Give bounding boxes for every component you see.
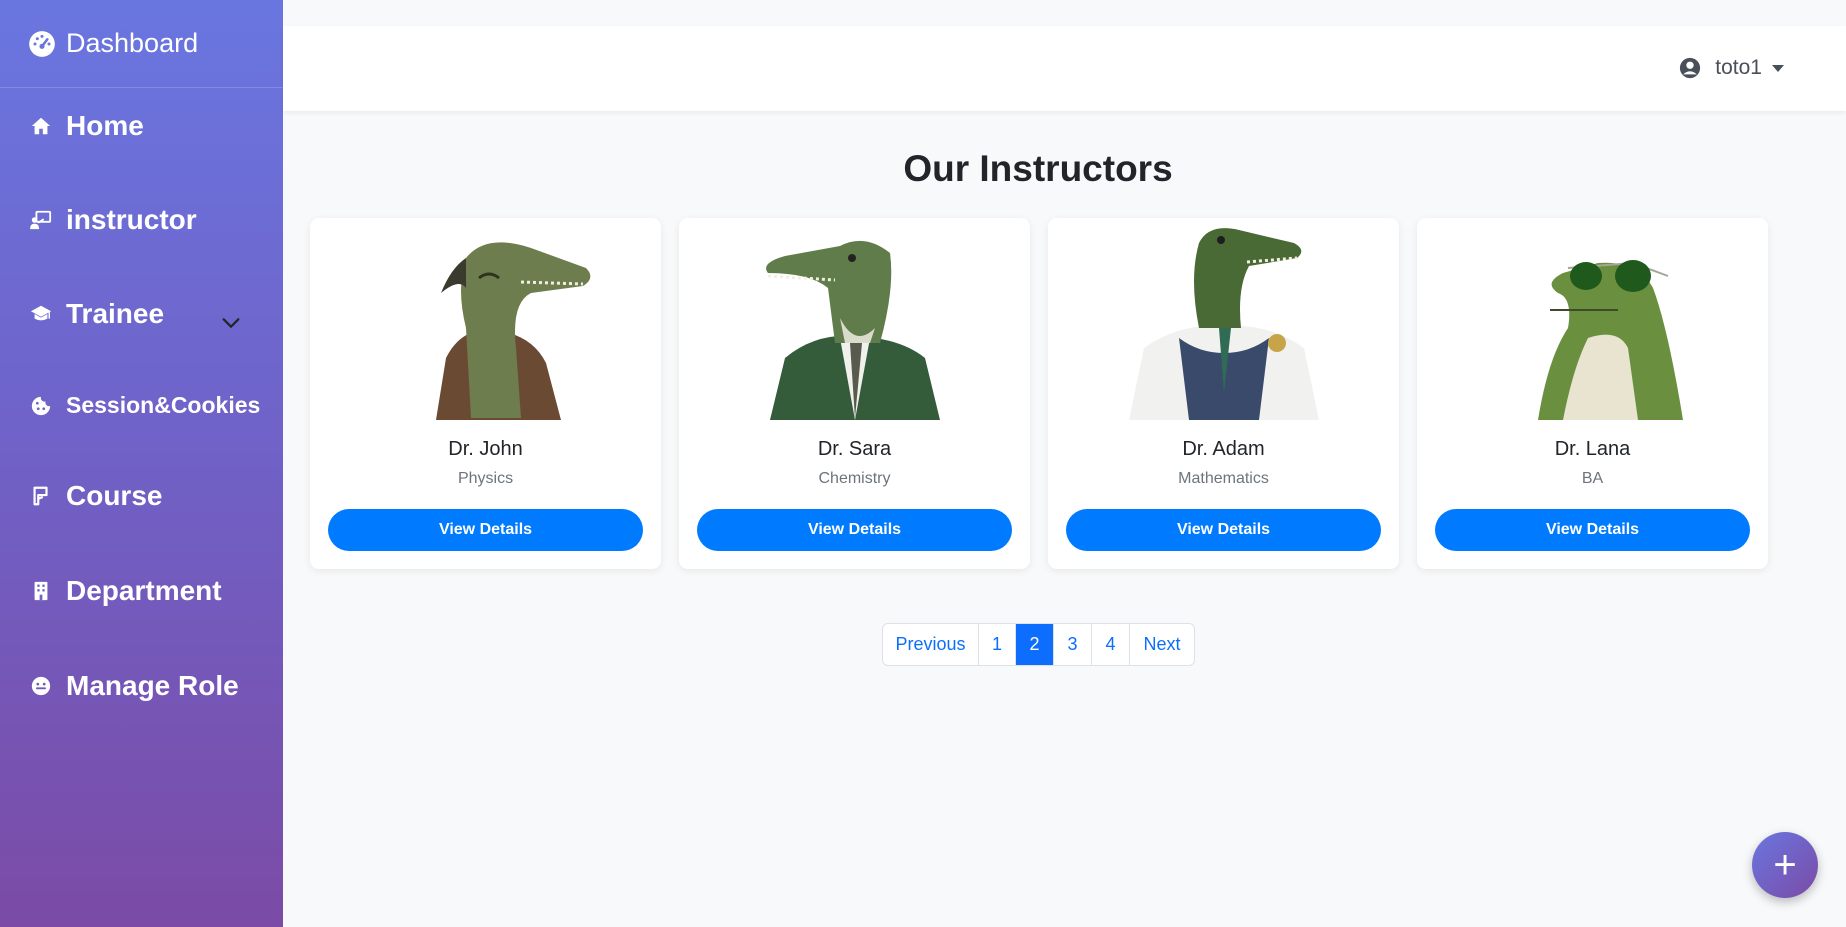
brand-label: Dashboard	[66, 28, 199, 58]
sidebar-item-label: Manage Role	[66, 670, 239, 701]
instructor-name: Dr. John	[448, 438, 523, 460]
view-details-button[interactable]: View Details	[328, 509, 643, 551]
sidebar-item-department[interactable]: Department	[30, 575, 222, 607]
view-details-button[interactable]: View Details	[697, 509, 1012, 551]
sidebar-item-label: Session&Cookies	[66, 392, 261, 418]
top-navbar: toto1	[283, 26, 1846, 111]
view-details-button[interactable]: View Details	[1066, 509, 1381, 551]
cookie-icon	[31, 396, 51, 415]
sidebar-item-instructor[interactable]: instructor	[30, 204, 197, 236]
instructor-card: Dr. John Physics View Details	[310, 218, 661, 569]
instructor-photo	[1537, 260, 1683, 420]
pagination-page-1[interactable]: 1	[979, 624, 1016, 665]
instructor-subject: Mathematics	[1178, 470, 1269, 487]
tachometer-icon	[29, 30, 55, 57]
caret-down-icon	[1772, 64, 1784, 72]
instructor-name: Dr. Lana	[1554, 438, 1631, 460]
instructor-subject: Chemistry	[818, 470, 891, 487]
sidebar: Dashboard Home instructor Trainee Sessio…	[0, 0, 283, 927]
instructor-card: Dr. Adam Mathematics View Details	[1048, 218, 1399, 569]
home-icon	[31, 117, 51, 135]
chevron-down-icon[interactable]	[220, 312, 242, 334]
pagination-previous[interactable]: Previous	[883, 624, 979, 665]
sidebar-item-home[interactable]: Home	[30, 110, 144, 142]
instructor-card: Dr. Sara Chemistry View Details	[679, 218, 1030, 569]
instructor-photo	[1128, 228, 1319, 420]
sidebar-item-manage-role[interactable]: Manage Role	[30, 670, 239, 702]
instructor-name: Dr. Adam	[1182, 438, 1265, 460]
sidebar-item-label: Home	[66, 110, 144, 141]
page-title: Our Instructors	[903, 148, 1173, 189]
pagination-next[interactable]: Next	[1130, 624, 1194, 665]
instructor-subject: Physics	[457, 470, 514, 487]
sidebar-brand[interactable]: Dashboard	[0, 0, 283, 88]
sidebar-item-trainee[interactable]: Trainee	[30, 298, 164, 330]
user-circle-icon	[1680, 57, 1701, 79]
sidebar-item-course[interactable]: Course	[30, 480, 162, 512]
pagination-page-4[interactable]: 4	[1092, 624, 1130, 665]
sidebar-item-session-cookies[interactable]: Session&Cookies	[30, 392, 260, 419]
instructor-photo	[765, 240, 940, 420]
sidebar-item-label: instructor	[66, 204, 197, 235]
instructor-card: Dr. Lana BA View Details	[1417, 218, 1768, 569]
graduation-cap-icon	[30, 305, 52, 321]
instructor-name: Dr. Sara	[817, 438, 892, 460]
chalkboard-teacher-icon	[30, 210, 52, 230]
pagination: Previous 1 2 3 4 Next	[882, 623, 1195, 666]
pagination-page-3[interactable]: 3	[1054, 624, 1092, 665]
sidebar-item-label: Department	[66, 575, 222, 606]
view-details-button[interactable]: View Details	[1435, 509, 1750, 551]
sidebar-item-label: Course	[66, 480, 163, 511]
user-dropdown[interactable]: toto1	[1679, 56, 1784, 80]
face-icon	[31, 676, 51, 696]
instructor-photo	[435, 242, 590, 420]
plus-icon: +	[1773, 842, 1797, 887]
building-icon	[34, 581, 48, 601]
course-icon	[33, 486, 48, 506]
add-fab-button[interactable]: +	[1752, 832, 1818, 898]
username: toto1	[1715, 56, 1762, 79]
sidebar-item-label: Trainee	[66, 298, 165, 329]
pagination-page-2[interactable]: 2	[1016, 624, 1054, 665]
instructor-subject: BA	[1581, 470, 1604, 487]
